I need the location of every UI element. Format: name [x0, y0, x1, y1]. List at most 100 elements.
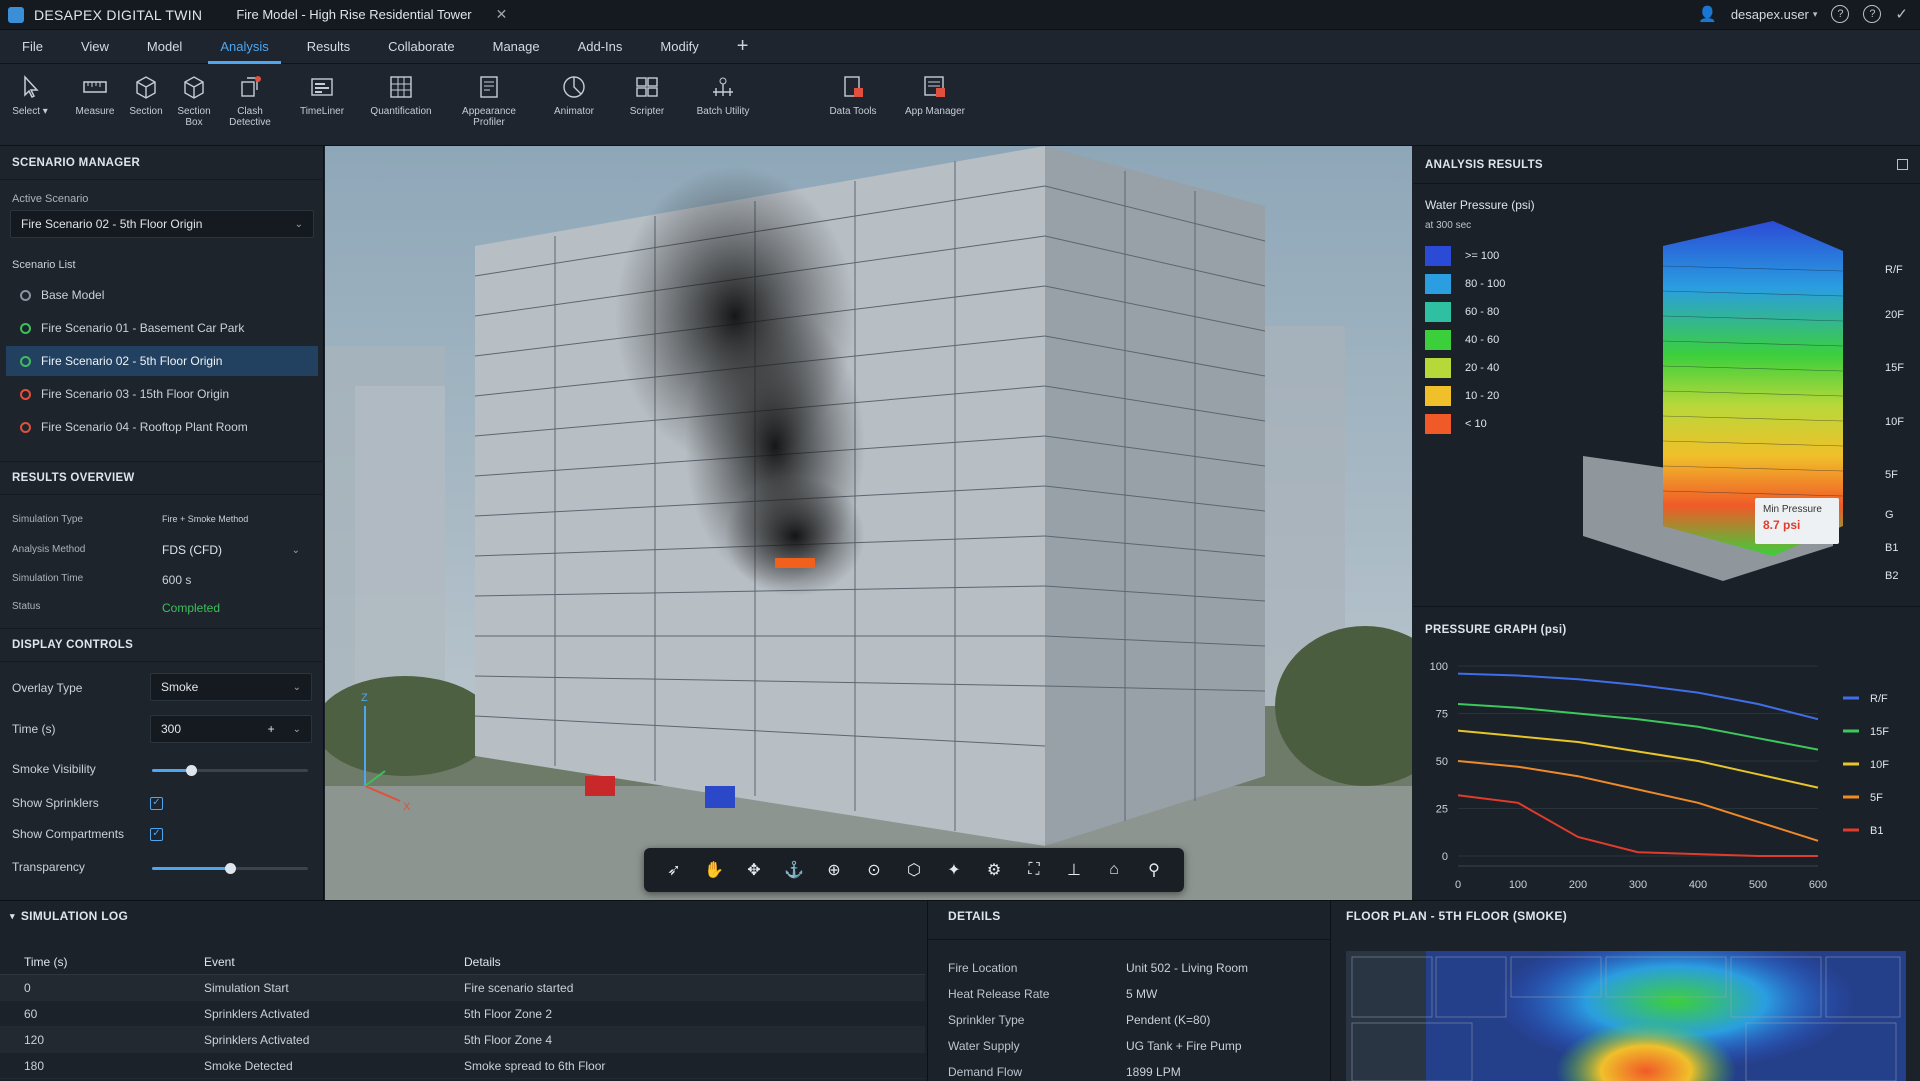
section-plane-icon[interactable]: ⊥: [1062, 860, 1086, 880]
appearance-profiler-button[interactable]: Appearance Profiler: [454, 74, 524, 128]
table-row[interactable]: 0 Simulation Start Fire scenario started: [0, 975, 925, 1001]
collapse-icon[interactable]: ▾: [10, 911, 15, 922]
menu-manage[interactable]: Manage: [493, 39, 540, 54]
anchor-icon[interactable]: ⚓: [782, 860, 806, 880]
menu-collaborate[interactable]: Collaborate: [388, 39, 455, 54]
data-tools-button[interactable]: Data Tools: [822, 74, 884, 117]
legend-label: 20 - 40: [1465, 362, 1500, 374]
home-icon[interactable]: ⌂: [1102, 861, 1126, 879]
show-sprinklers-checkbox[interactable]: ✓: [150, 797, 163, 810]
status-value: Completed: [162, 601, 221, 615]
sim-type-value: Fire + Smoke Method: [162, 514, 249, 524]
chevron-down-icon[interactable]: ⌄: [293, 724, 301, 735]
walk-icon[interactable]: ✦: [942, 860, 966, 880]
measure-tool-button[interactable]: Measure: [72, 74, 118, 117]
show-compartments-checkbox[interactable]: ✓: [150, 828, 163, 841]
select-tool-button[interactable]: Select ▾: [10, 74, 50, 117]
add-tab-icon[interactable]: +: [737, 35, 749, 58]
menu-file[interactable]: File: [22, 39, 43, 54]
results-overview-title: RESULTS OVERVIEW: [0, 461, 324, 495]
viewport-toolbar: ➶ ✋ ✥ ⚓ ⊕ ⊙ ⬡ ✦ ⚙ ⛶ ⊥ ⌂ ⚲: [644, 848, 1184, 892]
scenario-manager-title: SCENARIO MANAGER: [0, 146, 324, 180]
overlay-type-select[interactable]: Smoke ⌄: [150, 673, 312, 701]
data-tools-icon: [844, 76, 863, 97]
menu-add-ins[interactable]: Add-Ins: [578, 39, 623, 54]
legend-item: 10 - 20: [1425, 386, 1499, 406]
animator-button[interactable]: Animator: [544, 74, 604, 117]
document-tab[interactable]: Fire Model - High Rise Residential Tower: [236, 7, 471, 22]
scripter-button[interactable]: Scripter: [618, 74, 676, 117]
timeliner-button[interactable]: TimeLiner: [292, 74, 352, 117]
help-icon[interactable]: ?: [1831, 5, 1850, 23]
floor-label: B2: [1885, 570, 1899, 582]
view-cube-icon[interactable]: ⬡: [902, 860, 926, 880]
menu-results[interactable]: Results: [307, 39, 350, 54]
table-row[interactable]: 60 Sprinklers Activated 5th Floor Zone 2: [0, 1001, 925, 1027]
divider: [927, 901, 928, 1081]
close-tab-icon[interactable]: ✕: [496, 6, 508, 23]
scenario-item[interactable]: Fire Scenario 01 - Basement Car Park: [6, 313, 318, 343]
menu-model[interactable]: Model: [147, 39, 182, 54]
overlay-type-label: Overlay Type: [12, 681, 83, 695]
legend-item: 60 - 80: [1425, 302, 1499, 322]
user-menu[interactable]: desapex.user: [1731, 7, 1809, 22]
analysis-results-header: ANALYSIS RESULTS: [1413, 146, 1920, 184]
menu-analysis[interactable]: Analysis: [208, 39, 282, 64]
smoke-visibility-slider[interactable]: [152, 765, 308, 776]
check-icon[interactable]: ✓: [1895, 5, 1908, 23]
slider-knob[interactable]: [186, 765, 197, 776]
app-name: DESAPEX DIGITAL TWIN: [34, 6, 203, 23]
increment-icon[interactable]: +: [268, 722, 275, 736]
active-scenario-select[interactable]: Fire Scenario 02 - 5th Floor Origin ⌄: [10, 210, 314, 238]
zoom-in-icon[interactable]: ⊕: [822, 860, 846, 880]
simulation-log-title: SIMULATION LOG: [20, 909, 129, 923]
user-dropdown-icon[interactable]: ▾: [1813, 9, 1818, 20]
legend-label: 40 - 60: [1465, 334, 1500, 346]
legend-item: 40 - 60: [1425, 330, 1499, 350]
batch-utility-button[interactable]: Batch Utility: [690, 74, 756, 117]
detail-row: Demand Flow 1899 LPM: [948, 1065, 1181, 1079]
transparency-slider[interactable]: [152, 863, 308, 874]
time-label: Time (s): [12, 722, 56, 736]
quantification-button[interactable]: Quantification: [366, 74, 436, 117]
3d-viewport[interactable]: Z X: [325, 146, 1412, 900]
display-controls-title: DISPLAY CONTROLS: [0, 628, 324, 662]
section-tool-button[interactable]: Section: [124, 74, 168, 117]
info-icon[interactable]: ?: [1863, 5, 1882, 23]
zoom-window-icon[interactable]: ⊙: [862, 860, 886, 880]
app-manager-button[interactable]: App Manager: [900, 74, 970, 117]
table-row[interactable]: 120 Sprinklers Activated 5th Floor Zone 4: [0, 1027, 925, 1053]
smoke-visibility-label: Smoke Visibility: [12, 762, 96, 776]
pan-icon[interactable]: ✋: [702, 860, 726, 880]
series-line-15f: [1457, 703, 1819, 751]
transparency-label: Transparency: [12, 860, 85, 874]
scenario-item-selected[interactable]: Fire Scenario 02 - 5th Floor Origin: [6, 346, 318, 376]
section-box-icon: [184, 76, 204, 99]
user-icon[interactable]: 👤: [1698, 5, 1717, 23]
search-icon[interactable]: ⚲: [1142, 860, 1166, 880]
move-icon[interactable]: ✥: [742, 860, 766, 880]
floor-plan-heatmap[interactable]: [1346, 951, 1916, 1081]
table-row[interactable]: 180 Smoke Detected Smoke spread to 6th Flo…: [0, 1053, 925, 1079]
status-dot-icon: [20, 322, 31, 334]
pressure-graph: 02550751000100200300400500600Time (s)R/F…: [1430, 661, 1890, 891]
scenario-item[interactable]: Base Model: [6, 280, 318, 310]
analysis-method-label: Analysis Method: [12, 544, 86, 555]
scenario-item[interactable]: Fire Scenario 03 - 15th Floor Origin: [6, 379, 318, 409]
time-input[interactable]: 300 + ⌄: [150, 715, 312, 743]
slider-fill: [152, 867, 230, 870]
fit-view-icon[interactable]: ⛶: [1022, 861, 1046, 879]
status-dot-icon: [20, 289, 31, 301]
orbit-icon[interactable]: ➶: [662, 860, 686, 880]
fly-icon[interactable]: ⚙: [982, 860, 1006, 880]
legend-label: >= 100: [1465, 250, 1500, 262]
menu-view[interactable]: View: [81, 39, 109, 54]
scenario-item[interactable]: Fire Scenario 04 - Rooftop Plant Room: [6, 412, 318, 442]
slider-knob[interactable]: [225, 863, 236, 874]
clash-detective-button[interactable]: Clash Detective: [224, 74, 276, 128]
section-box-button[interactable]: Section Box: [172, 74, 216, 128]
menu-modify[interactable]: Modify: [660, 39, 698, 54]
maximize-icon[interactable]: [1897, 159, 1908, 170]
batch-icon: [713, 77, 733, 96]
x-tick-label: 100: [1509, 879, 1527, 891]
